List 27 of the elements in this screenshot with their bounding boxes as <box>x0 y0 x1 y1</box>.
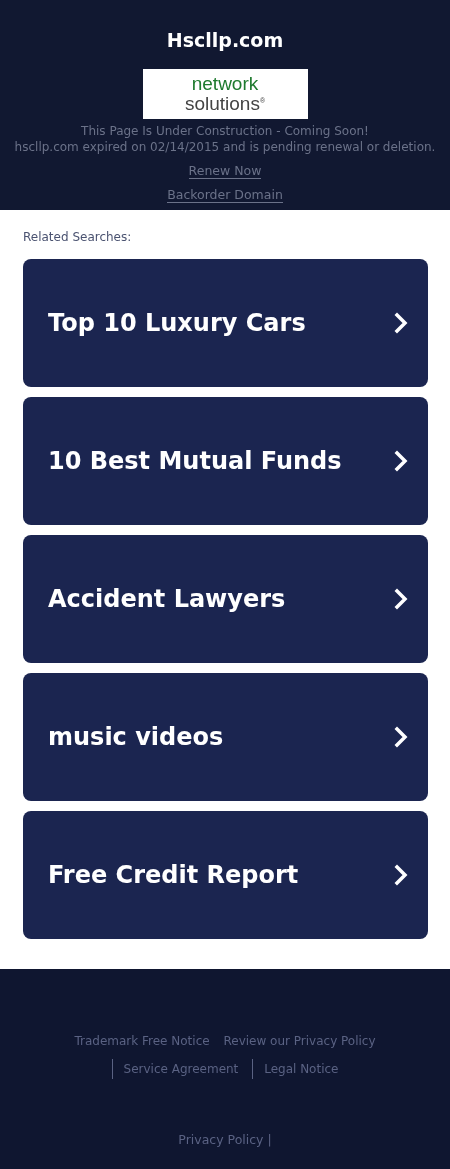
footer-link[interactable]: Service Agreement <box>111 1059 239 1079</box>
search-text: music videos <box>48 723 224 751</box>
chevron-right-icon <box>394 726 408 748</box>
search-text: 10 Best Mutual Funds <box>48 447 342 475</box>
chevron-right-icon <box>394 450 408 472</box>
footer-link[interactable]: Legal Notice <box>252 1059 339 1079</box>
logo: network solutions$^{®}$ <box>142 69 308 119</box>
search-text: Free Credit Report <box>48 861 299 889</box>
search-text: Accident Lawyers <box>48 585 286 613</box>
footer-link[interactable]: Review our Privacy Policy <box>223 1034 376 1048</box>
search-link[interactable]: Free Credit Report <box>23 811 428 939</box>
section-label: Related Searches: <box>23 230 133 244</box>
chevron-right-icon <box>394 312 408 334</box>
header-link[interactable]: Renew Now <box>188 163 262 179</box>
search-link[interactable]: Accident Lawyers <box>23 535 428 663</box>
header-link[interactable]: Backorder Domain <box>167 187 283 203</box>
search-link[interactable]: 10 Best Mutual Funds <box>23 397 428 525</box>
notice-text: hscllp.com expired on 02/14/2015 and is pending renewal or deletion. <box>13 139 437 155</box>
chevron-right-icon <box>394 588 408 610</box>
search-link[interactable]: Top 10 Luxury Cars <box>23 259 428 387</box>
chevron-right-icon <box>394 864 408 886</box>
notice-text: This Page Is Under Construction - Coming Soon! <box>80 123 370 139</box>
footer-link[interactable]: Privacy Policy | <box>178 1132 272 1147</box>
site-title: Hscllp.com <box>165 29 285 51</box>
search-text: Top 10 Luxury Cars <box>48 309 306 337</box>
footer-link[interactable]: Trademark Free Notice <box>74 1034 210 1048</box>
search-link[interactable]: music videos <box>23 673 428 801</box>
